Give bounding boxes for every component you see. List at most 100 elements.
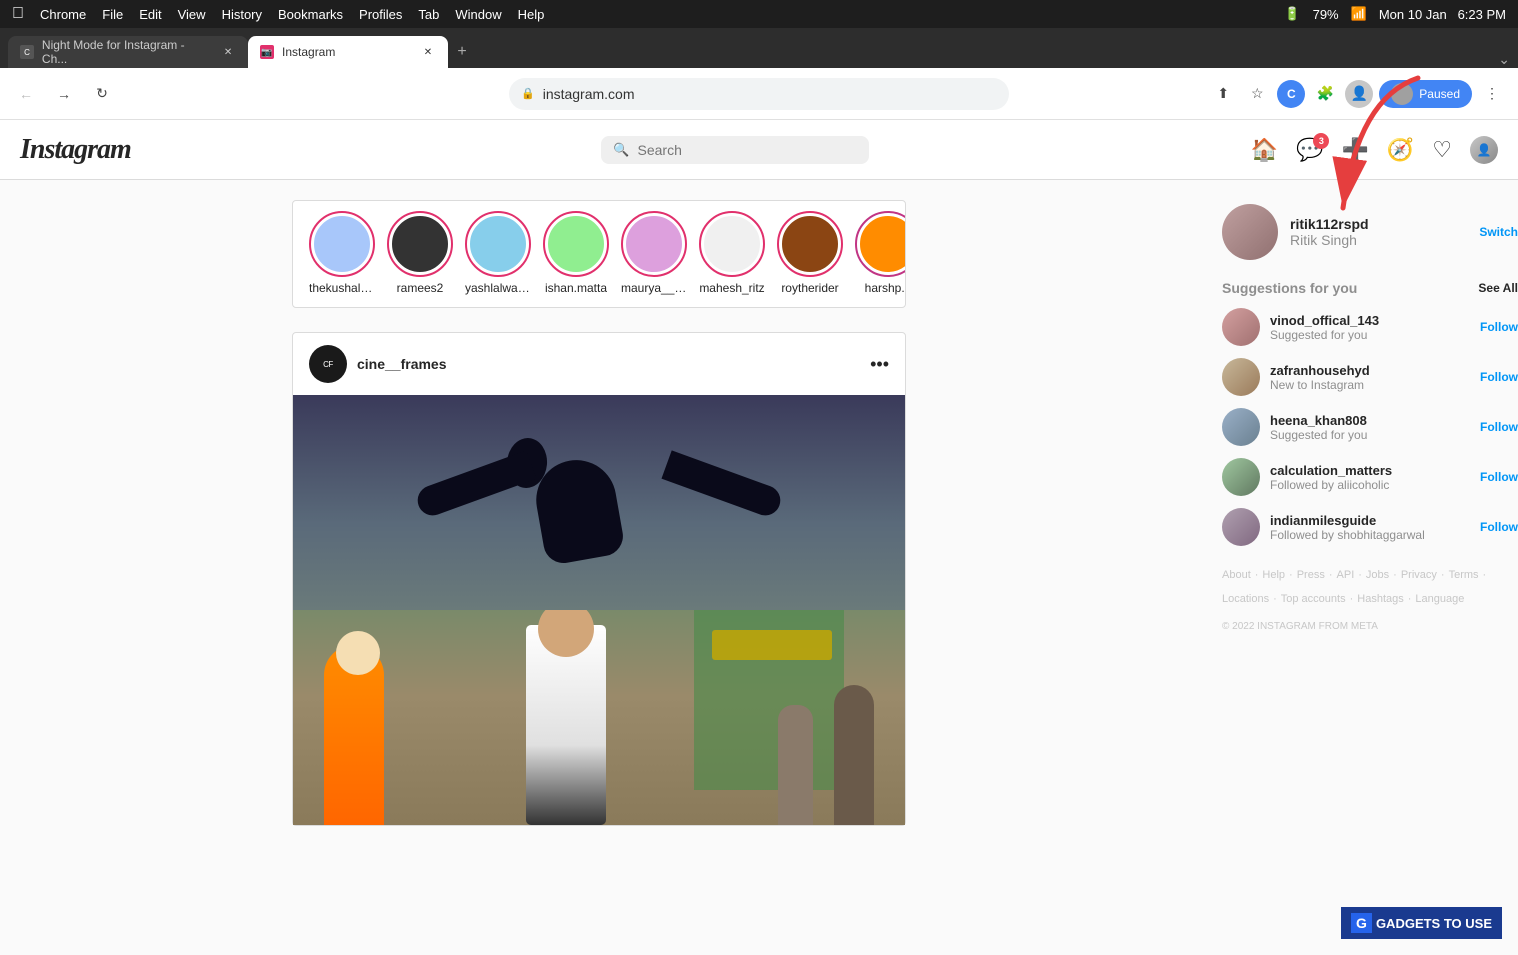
story-item-4[interactable]: maurya__me: [621, 213, 687, 295]
suggestion-info-2: heena_khan808 Suggested for you: [1270, 413, 1470, 442]
footer-link-press[interactable]: Press: [1297, 566, 1325, 586]
footer-link-jobs[interactable]: Jobs: [1366, 566, 1389, 586]
suggestion-username-0[interactable]: vinod_offical_143: [1270, 313, 1470, 328]
profile-nav-avatar[interactable]: 👤: [1470, 136, 1498, 164]
file-menu[interactable]: File: [102, 7, 123, 22]
ig-sidebar: ritik112rspd Ritik Singh Switch Suggesti…: [1198, 180, 1518, 955]
follow-button-4[interactable]: Follow: [1480, 520, 1518, 534]
suggestion-username-3[interactable]: calculation_matters: [1270, 463, 1470, 478]
watermark-icon: G: [1351, 913, 1372, 933]
tab-menu[interactable]: Tab: [418, 7, 439, 22]
reload-button[interactable]: ↻: [88, 80, 116, 108]
tab-night-mode[interactable]: C Night Mode for Instagram - Ch... ✕: [8, 36, 248, 68]
suggestion-username-1[interactable]: zafranhousehyd: [1270, 363, 1470, 378]
follow-button-2[interactable]: Follow: [1480, 420, 1518, 434]
help-menu[interactable]: Help: [518, 7, 545, 22]
footer-link-locations[interactable]: Locations: [1222, 590, 1269, 610]
share-button[interactable]: ⬆: [1209, 80, 1237, 108]
chrome-menu-button[interactable]: ⋮: [1478, 80, 1506, 108]
footer-link-top-accounts[interactable]: Top accounts: [1281, 590, 1346, 610]
window-menu[interactable]: Window: [455, 7, 501, 22]
suggestion-avatar-1[interactable]: [1222, 358, 1260, 396]
story-item-7[interactable]: harshp...: [855, 213, 906, 295]
new-post-icon[interactable]: ➕: [1341, 137, 1368, 163]
sidebar-user: ritik112rspd Ritik Singh Switch: [1222, 204, 1518, 260]
new-tab-button[interactable]: +: [448, 38, 476, 66]
search-box[interactable]: 🔍: [601, 136, 869, 164]
stories-container: thekushala... ramees2 yashlalwan... isha…: [292, 200, 906, 308]
post-avatar[interactable]: CF: [309, 345, 347, 383]
search-input[interactable]: [638, 142, 858, 158]
post-more-button[interactable]: •••: [870, 354, 889, 375]
bookmark-button[interactable]: ☆: [1243, 80, 1271, 108]
footer-links: About · Help · Press · API · Jobs · Priv…: [1222, 566, 1518, 610]
follow-button-3[interactable]: Follow: [1480, 470, 1518, 484]
follow-button-0[interactable]: Follow: [1480, 320, 1518, 334]
story-item-6[interactable]: roytherider: [777, 213, 843, 295]
back-button[interactable]: ←: [12, 80, 40, 108]
profiles-menu[interactable]: Profiles: [359, 7, 402, 22]
view-menu[interactable]: View: [178, 7, 206, 22]
tab-close-2[interactable]: ✕: [420, 44, 436, 60]
edit-menu[interactable]: Edit: [139, 7, 161, 22]
story-username-2: yashlalwan...: [465, 281, 531, 295]
footer-link-privacy[interactable]: Privacy: [1401, 566, 1437, 586]
explore-icon[interactable]: 🧭: [1387, 137, 1414, 163]
extension-c-button[interactable]: C: [1277, 80, 1305, 108]
extensions-button[interactable]: 🧩: [1311, 80, 1339, 108]
story-avatar-0: [311, 213, 373, 275]
footer-link-help[interactable]: Help: [1262, 566, 1285, 586]
tab-close-1[interactable]: ✕: [220, 44, 236, 60]
messages-icon[interactable]: 💬 3: [1296, 137, 1323, 163]
sidebar-name: Ritik Singh: [1290, 232, 1467, 248]
messages-badge: 3: [1313, 133, 1329, 149]
datetime: Mon 10 Jan 6:23 PM: [1379, 7, 1506, 22]
footer-link-language[interactable]: Language: [1415, 590, 1464, 610]
address-bar[interactable]: 🔒 instagram.com: [509, 78, 1009, 110]
history-menu[interactable]: History: [222, 7, 262, 22]
suggestion-avatar-0[interactable]: [1222, 308, 1260, 346]
sidebar-switch-button[interactable]: Switch: [1479, 225, 1518, 239]
home-icon[interactable]: 🏠: [1251, 137, 1278, 163]
battery-percent: 79%: [1313, 7, 1339, 22]
ig-feed[interactable]: thekushala... ramees2 yashlalwan... isha…: [0, 180, 1198, 955]
post-username[interactable]: cine__frames: [357, 356, 447, 372]
tab-strip-icon[interactable]: ⌄: [1498, 51, 1510, 68]
tab-favicon-1: C: [20, 45, 34, 59]
follow-button-1[interactable]: Follow: [1480, 370, 1518, 384]
story-item-2[interactable]: yashlalwan...: [465, 213, 531, 295]
footer-link-hashtags[interactable]: Hashtags: [1357, 590, 1403, 610]
story-item-1[interactable]: ramees2: [387, 213, 453, 295]
story-username-0: thekushala...: [309, 281, 375, 295]
tab-instagram[interactable]: 📷 Instagram ✕: [248, 36, 448, 68]
paused-button[interactable]: Paused: [1379, 80, 1472, 108]
story-item-0[interactable]: thekushala...: [309, 213, 375, 295]
profile-avatar-button[interactable]: 👤: [1345, 80, 1373, 108]
suggestion-info-0: vinod_offical_143 Suggested for you: [1270, 313, 1470, 342]
story-item-5[interactable]: mahesh_ritz: [699, 213, 765, 295]
instagram-logo[interactable]: Instagram: [20, 134, 220, 166]
sidebar-user-avatar[interactable]: [1222, 204, 1278, 260]
see-all-button[interactable]: See All: [1478, 281, 1518, 295]
ig-content: thekushala... ramees2 yashlalwan... isha…: [0, 180, 1518, 955]
suggestion-info-3: calculation_matters Followed by aliicoho…: [1270, 463, 1470, 492]
activity-icon[interactable]: ♡: [1432, 137, 1452, 163]
suggestion-avatar-3[interactable]: [1222, 458, 1260, 496]
suggestion-username-2[interactable]: heena_khan808: [1270, 413, 1470, 428]
bookmarks-menu[interactable]: Bookmarks: [278, 7, 343, 22]
url-text: instagram.com: [543, 86, 997, 102]
suggestion-username-4[interactable]: indianmilesguide: [1270, 513, 1470, 528]
sidebar-username[interactable]: ritik112rspd: [1290, 216, 1467, 232]
suggestion-avatar-4[interactable]: [1222, 508, 1260, 546]
sidebar-user-info: ritik112rspd Ritik Singh: [1290, 216, 1467, 248]
footer-link-terms[interactable]: Terms: [1449, 566, 1479, 586]
footer-link-api[interactable]: API: [1337, 566, 1355, 586]
forward-button[interactable]: →: [50, 80, 78, 108]
chrome-menu[interactable]: Chrome: [40, 7, 86, 22]
suggestion-avatar-2[interactable]: [1222, 408, 1260, 446]
apple-menu[interactable]: : [12, 5, 24, 23]
story-item-3[interactable]: ishan.matta: [543, 213, 609, 295]
story-avatar-2: [467, 213, 529, 275]
footer-link-about[interactable]: About: [1222, 566, 1251, 586]
suggestion-item-3: calculation_matters Followed by aliicoho…: [1222, 458, 1518, 496]
